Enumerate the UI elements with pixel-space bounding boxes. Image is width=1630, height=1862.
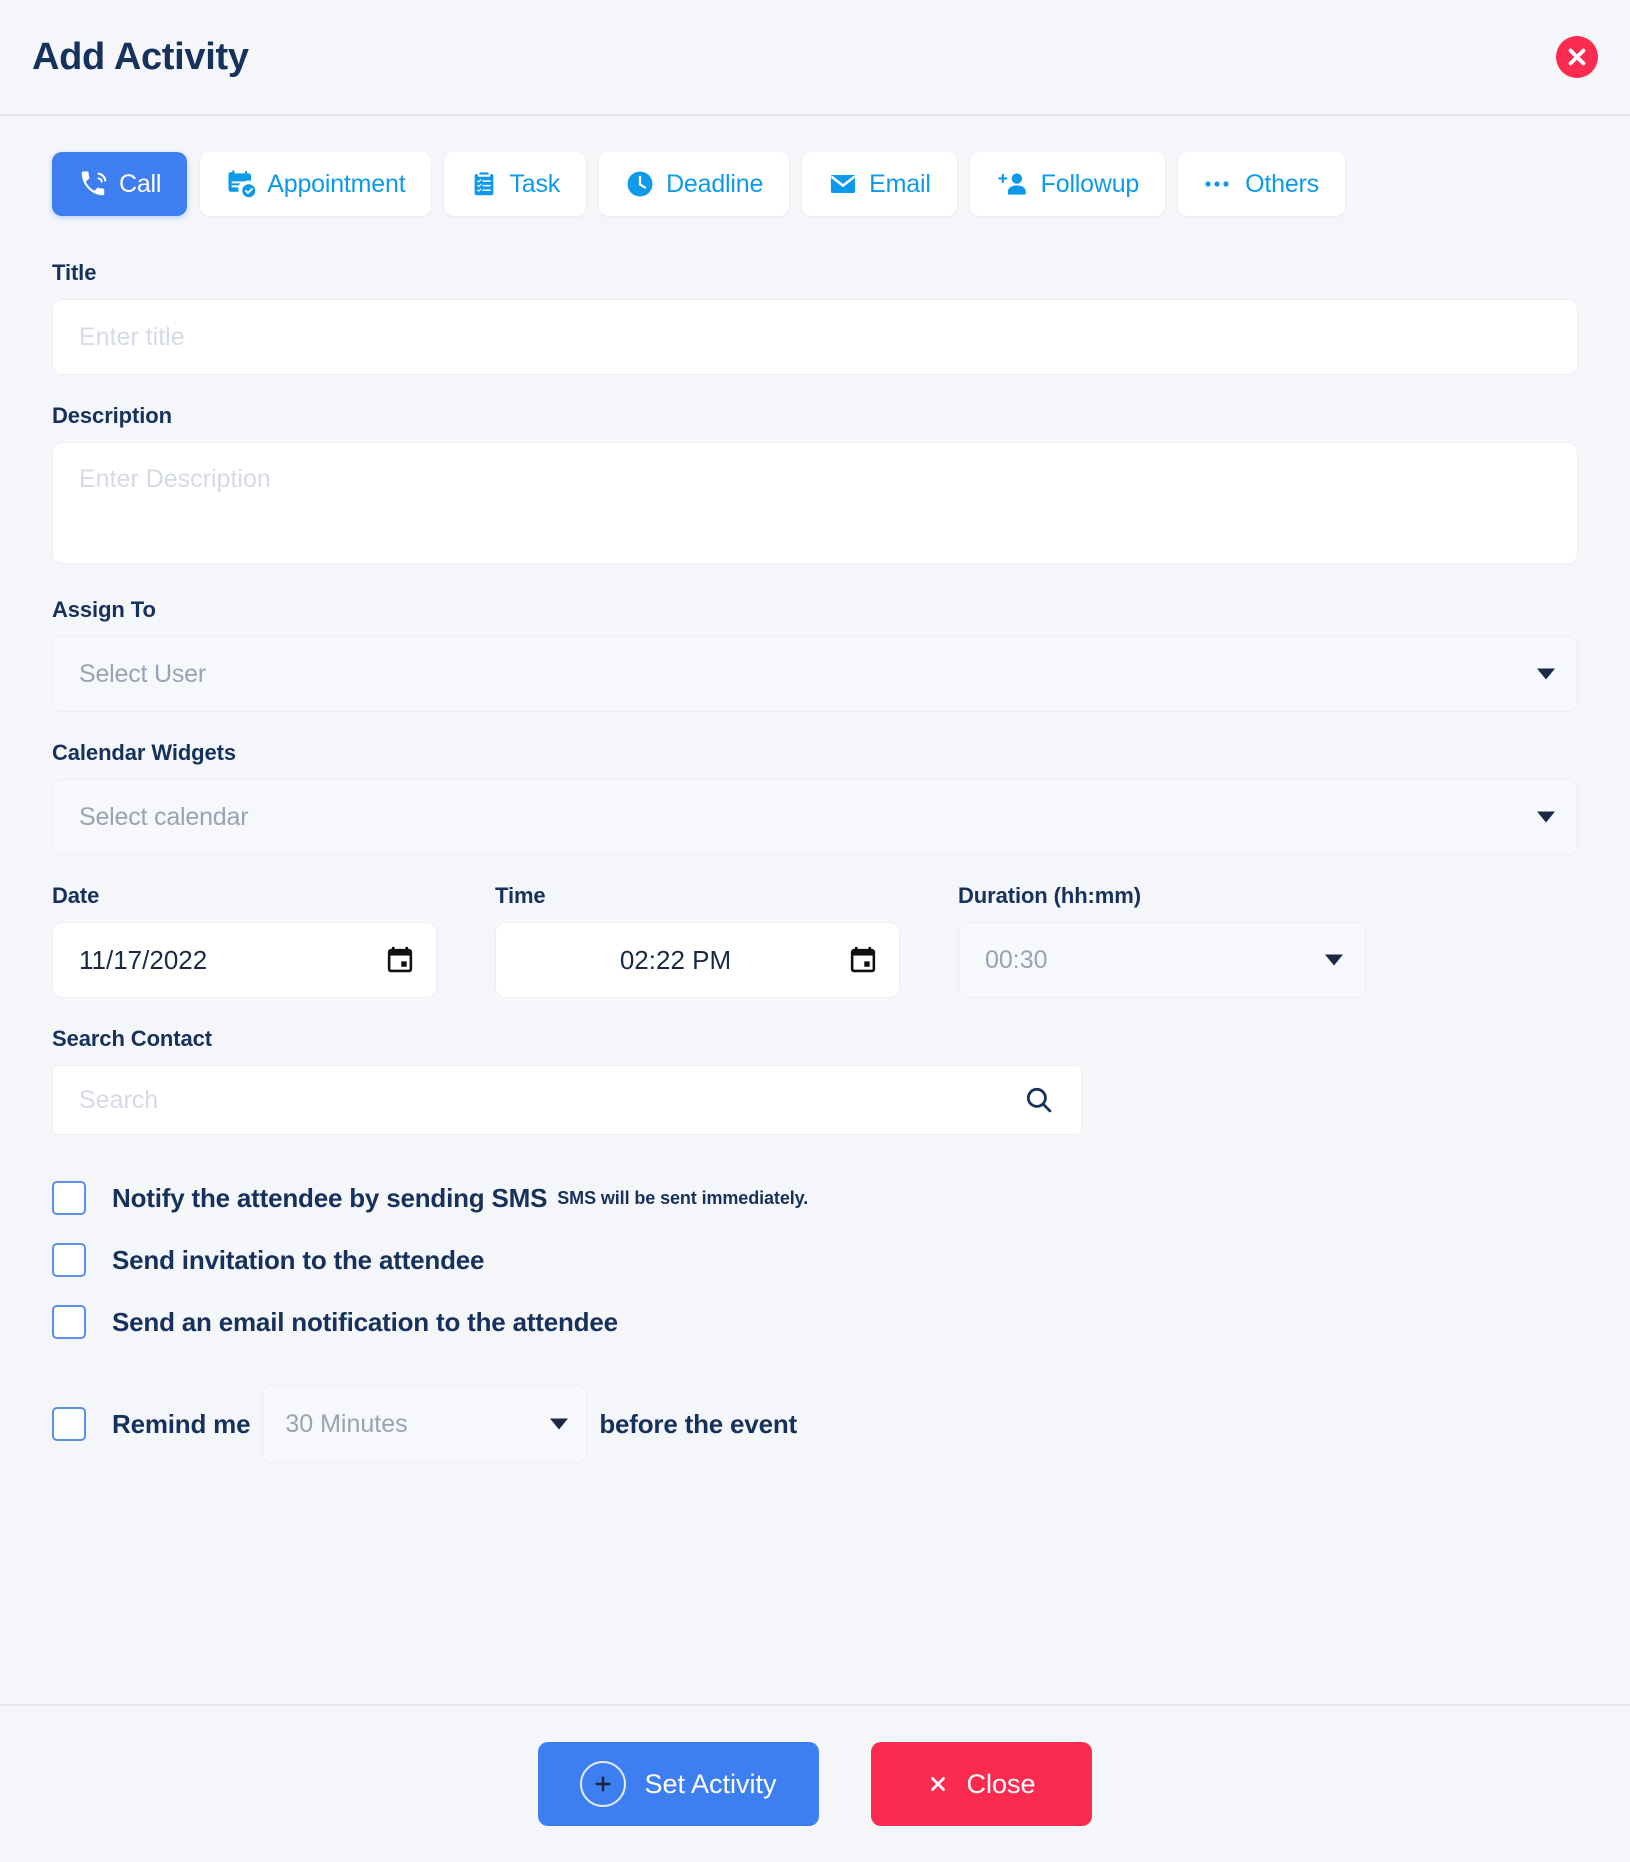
tab-appointment[interactable]: Appointment [200, 152, 432, 216]
calendar-widgets-field-group: Calendar Widgets Select calendar [52, 740, 1578, 855]
tab-task[interactable]: Task [444, 152, 587, 216]
modal-footer: Set Activity Close [0, 1704, 1630, 1862]
description-label: Description [52, 403, 172, 428]
tab-followup-label: Followup [1040, 169, 1140, 198]
tab-email-label: Email [869, 169, 931, 198]
title-field-group: Title [52, 260, 1578, 375]
time-value: 02:22 PM [619, 944, 732, 975]
tab-appointment-label: Appointment [267, 169, 406, 198]
calendar-widgets-label: Calendar Widgets [52, 740, 237, 765]
checkbox-send-email-label: Send an email notification to the attend… [112, 1306, 618, 1337]
clock-icon [625, 169, 655, 199]
date-input[interactable]: 11/17/2022 [52, 922, 437, 998]
close-button-label: Close [966, 1768, 1036, 1799]
title-input[interactable] [52, 299, 1578, 375]
chevron-down-icon [1537, 811, 1555, 823]
assign-to-label: Assign To [52, 597, 156, 622]
remind-me-prefix: Remind me [112, 1408, 251, 1439]
description-field-group: Description [52, 403, 1578, 569]
calendar-widgets-value: Select calendar [79, 802, 249, 831]
tab-others[interactable]: Others [1178, 152, 1345, 216]
description-input[interactable] [52, 442, 1578, 564]
calendar-icon[interactable] [386, 946, 414, 974]
plus-circle-icon [580, 1761, 627, 1807]
close-circle-icon[interactable] [1556, 36, 1598, 78]
checkbox-row-email: Send an email notification to the attend… [52, 1305, 1578, 1339]
datetime-row: Date 11/17/2022 Time 02:22 PM Duration (… [52, 883, 1578, 998]
tab-call[interactable]: Call [52, 152, 188, 216]
time-field-group: Time 02:22 PM [495, 883, 900, 998]
notification-options: Notify the attendee by sending SMS SMS w… [52, 1181, 1578, 1463]
calendar-icon[interactable] [849, 946, 877, 974]
reminder-interval-value: 30 Minutes [285, 1409, 408, 1438]
person-add-icon [996, 169, 1030, 199]
checkbox-send-invitation-label: Send invitation to the attendee [112, 1244, 485, 1275]
tab-task-label: Task [509, 169, 561, 198]
add-activity-modal: Add Activity Call Appointment Task Deadl… [0, 0, 1630, 1862]
modal-header: Add Activity [0, 0, 1630, 116]
checkbox-send-email[interactable] [52, 1305, 86, 1339]
checkbox-notify-sms-hint: SMS will be sent immediately. [557, 1187, 809, 1208]
assign-to-field-group: Assign To Select User [52, 597, 1578, 712]
tab-others-label: Others [1245, 169, 1319, 198]
checkbox-row-invitation: Send invitation to the attendee [52, 1243, 1578, 1277]
tab-followup[interactable]: Followup [969, 152, 1166, 216]
close-button[interactable]: Close [870, 1742, 1092, 1826]
assign-to-value: Select User [79, 659, 207, 688]
phone-ringing-icon [78, 169, 108, 199]
activity-type-tabs: Call Appointment Task Deadline Email Fol… [52, 152, 1578, 216]
checkbox-notify-sms[interactable] [52, 1181, 86, 1215]
date-value: 11/17/2022 [79, 944, 208, 975]
clipboard-list-icon [470, 170, 498, 198]
chevron-down-icon [1537, 668, 1555, 680]
remind-me-suffix: before the event [599, 1408, 797, 1439]
search-input[interactable] [79, 1085, 1013, 1115]
checkbox-row-sms: Notify the attendee by sending SMS SMS w… [52, 1181, 1578, 1215]
title-label: Title [52, 260, 97, 285]
ellipsis-icon [1204, 178, 1234, 190]
time-label: Time [495, 883, 546, 908]
assign-to-select[interactable]: Select User [52, 636, 1578, 712]
checkbox-remind-me[interactable] [52, 1407, 86, 1441]
reminder-interval-select[interactable]: 30 Minutes [262, 1385, 588, 1463]
x-icon [927, 1773, 949, 1795]
date-field-group: Date 11/17/2022 [52, 883, 437, 998]
set-activity-button[interactable]: Set Activity [538, 1742, 819, 1826]
checkbox-send-invitation[interactable] [52, 1243, 86, 1277]
set-activity-label: Set Activity [644, 1768, 777, 1799]
search-contact-label: Search Contact [52, 1026, 212, 1051]
time-input[interactable]: 02:22 PM [495, 922, 900, 998]
reminder-row: Remind me 30 Minutes before the event [52, 1385, 1578, 1463]
calendar-widgets-select[interactable]: Select calendar [52, 779, 1578, 855]
calendar-check-icon [226, 169, 256, 199]
search-icon[interactable] [1023, 1084, 1055, 1116]
duration-field-group: Duration (hh:mm) 00:30 [958, 883, 1366, 998]
search-contact-field-group: Search Contact [52, 1026, 1578, 1135]
tab-deadline-label: Deadline [666, 169, 764, 198]
page-title: Add Activity [32, 35, 249, 78]
search-contact-wrap [52, 1065, 1082, 1135]
modal-body: Call Appointment Task Deadline Email Fol… [0, 116, 1630, 1704]
envelope-icon [828, 169, 858, 199]
tab-call-label: Call [119, 169, 162, 198]
tab-email[interactable]: Email [802, 152, 957, 216]
checkbox-notify-sms-label: Notify the attendee by sending SMS [112, 1182, 548, 1213]
date-label: Date [52, 883, 100, 908]
duration-label: Duration (hh:mm) [958, 883, 1141, 908]
duration-value: 00:30 [985, 945, 1048, 974]
duration-select[interactable]: 00:30 [958, 922, 1366, 998]
chevron-down-icon [550, 1418, 569, 1430]
tab-deadline[interactable]: Deadline [599, 152, 790, 216]
chevron-down-icon [1325, 954, 1343, 966]
